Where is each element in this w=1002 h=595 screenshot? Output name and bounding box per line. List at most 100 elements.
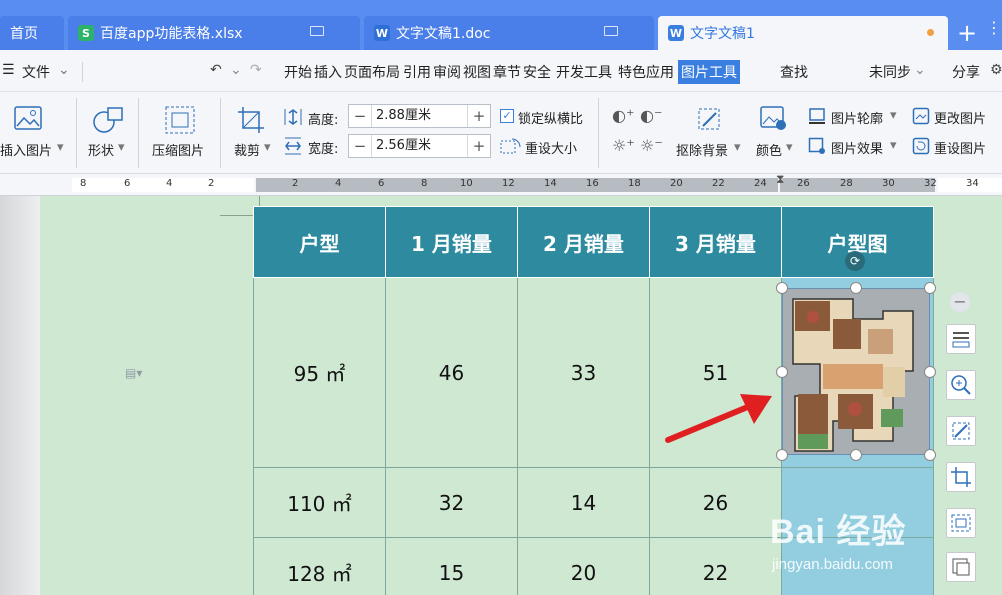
resize-handle[interactable]	[776, 366, 788, 378]
resize-handle[interactable]	[924, 366, 936, 378]
crop-icon[interactable]	[237, 106, 265, 134]
chevron-down-icon[interactable]: ▾	[118, 140, 125, 155]
header-cell[interactable]: 1 月销量	[385, 206, 518, 278]
floor-plan-image[interactable]	[782, 288, 930, 455]
table-cell[interactable]: 15	[385, 537, 518, 595]
tab-home[interactable]: 首页	[0, 16, 64, 50]
picture-outline-icon[interactable]	[808, 107, 826, 125]
color-button[interactable]: 颜色	[756, 140, 782, 159]
reset-picture-button[interactable]: 重设图片	[934, 138, 986, 157]
change-picture-icon[interactable]	[912, 107, 930, 125]
resize-handle[interactable]	[776, 282, 788, 294]
picture-icon[interactable]	[14, 106, 42, 130]
width-value[interactable]: 2.56厘米	[371, 135, 468, 157]
search-button[interactable]: 查找	[780, 62, 808, 82]
menu-view[interactable]: 视图	[463, 62, 491, 82]
reset-picture-icon[interactable]	[912, 137, 930, 155]
picture-outline-button[interactable]: 图片轮廓	[831, 108, 883, 127]
chevron-down-icon[interactable]: ▾	[734, 140, 741, 155]
tab-xlsx[interactable]: S 百度app功能表格.xlsx	[68, 16, 360, 50]
compress-picture-icon[interactable]	[165, 106, 195, 134]
table-cell[interactable]: 32	[385, 467, 518, 538]
table-cell[interactable]: 22	[649, 537, 782, 595]
horizontal-ruler[interactable]: 8 6 4 2 2 4 6 8 10 12 14 16 18 20 22 24 …	[0, 172, 1002, 196]
decrease-icon[interactable]: −	[349, 107, 371, 125]
chevron-down-icon[interactable]: ▾	[264, 140, 271, 155]
picture-effects-icon[interactable]	[808, 137, 826, 155]
header-cell[interactable]: 3 月销量	[649, 206, 782, 278]
sync-status[interactable]: 未同步	[869, 62, 911, 82]
zoom-in-icon[interactable]	[946, 370, 976, 400]
increase-brightness-icon[interactable]: ☼⁺	[612, 136, 635, 155]
tab-active-document[interactable]: W 文字文稿1	[658, 16, 948, 50]
crop-side-icon[interactable]	[946, 462, 976, 492]
chevron-down-icon[interactable]: ▾	[786, 140, 793, 155]
header-cell[interactable]: 2 月销量	[517, 206, 650, 278]
tab-doc[interactable]: W 文字文稿1.doc	[364, 16, 654, 50]
menu-insert[interactable]: 插入	[314, 62, 342, 82]
lock-ratio-checkbox[interactable]: ✓	[500, 109, 514, 123]
table-cell[interactable]: 20	[517, 537, 650, 595]
resize-handle[interactable]	[850, 282, 862, 294]
resize-handle[interactable]	[850, 449, 862, 461]
picture-effects-button[interactable]: 图片效果	[831, 138, 883, 157]
chevron-down-icon[interactable]: ▾	[890, 138, 897, 153]
color-icon[interactable]	[760, 106, 788, 132]
chevron-down-icon[interactable]: ⌄	[230, 62, 242, 78]
width-stepper[interactable]: − 2.56厘米 +	[348, 134, 491, 158]
table-cell[interactable]: 128 ㎡	[253, 537, 386, 595]
table-cell[interactable]: 95 ㎡	[253, 277, 386, 468]
hamburger-icon[interactable]: ☰	[2, 62, 15, 78]
share-button[interactable]: 分享	[952, 62, 980, 82]
menu-references[interactable]: 引用	[403, 62, 431, 82]
height-value[interactable]: 2.88厘米	[371, 105, 468, 127]
menu-page-layout[interactable]: 页面布局	[344, 62, 400, 82]
menu-developer[interactable]: 开发工具	[556, 62, 612, 82]
shape-button[interactable]: 形状	[88, 140, 114, 159]
resize-handle[interactable]	[776, 449, 788, 461]
new-tab-button[interactable]: +	[952, 18, 982, 48]
increase-contrast-icon[interactable]: ◐⁺	[612, 106, 634, 125]
remove-background-icon[interactable]	[696, 106, 722, 132]
height-stepper[interactable]: − 2.88厘米 +	[348, 104, 491, 128]
chevron-down-icon[interactable]: ⌄	[58, 62, 70, 78]
compress-picture-button[interactable]: 压缩图片	[152, 140, 204, 159]
paragraph-layout-icon[interactable]: ▤▾	[125, 366, 142, 382]
crop-button[interactable]: 裁剪	[234, 140, 260, 159]
reset-size-icon[interactable]	[500, 137, 522, 155]
menu-file[interactable]: 文件	[22, 62, 50, 82]
chevron-down-icon[interactable]: ▾	[890, 108, 897, 123]
resize-handle[interactable]	[924, 449, 936, 461]
table-cell[interactable]: 26	[649, 467, 782, 538]
decrease-icon[interactable]: −	[349, 137, 371, 155]
menu-picture-tools[interactable]: 图片工具	[678, 60, 740, 84]
more-icon[interactable]: ⋮	[986, 18, 1002, 48]
layout-options-icon[interactable]	[946, 324, 976, 354]
increase-icon[interactable]: +	[468, 107, 490, 125]
settings-icon[interactable]: ⚙	[990, 62, 1002, 78]
menu-chapter[interactable]: 章节	[493, 62, 521, 82]
menu-review[interactable]: 审阅	[433, 62, 461, 82]
table-cell[interactable]: 46	[385, 277, 518, 468]
table-cell[interactable]: 14	[517, 467, 650, 538]
menu-security[interactable]: 安全	[523, 62, 551, 82]
decrease-contrast-icon[interactable]: ◐⁻	[640, 106, 662, 125]
redo-icon[interactable]: ↷	[250, 62, 262, 78]
increase-icon[interactable]: +	[468, 137, 490, 155]
shape-icon[interactable]	[92, 106, 124, 134]
rotate-handle-icon[interactable]: ⟳	[845, 251, 865, 271]
reset-size-button[interactable]: 重设大小	[525, 138, 577, 157]
undo-icon[interactable]: ↶	[210, 62, 222, 78]
menu-special[interactable]: 特色应用	[618, 62, 674, 82]
remove-background-button[interactable]: 抠除背景	[676, 140, 728, 159]
collapse-toolbar-icon[interactable]: −	[950, 292, 970, 312]
decrease-brightness-icon[interactable]: ☼⁻	[640, 136, 663, 155]
menu-start[interactable]: 开始	[284, 62, 312, 82]
chevron-down-icon[interactable]: ▾	[57, 140, 64, 155]
change-picture-button[interactable]: 更改图片	[934, 108, 986, 127]
chevron-down-icon[interactable]: ⌄	[914, 62, 926, 78]
header-cell[interactable]: 户型	[253, 206, 386, 278]
table-cell[interactable]: 33	[517, 277, 650, 468]
insert-picture-button[interactable]: 插入图片	[0, 140, 52, 159]
indent-marker-icon[interactable]: ⧗	[776, 172, 784, 187]
